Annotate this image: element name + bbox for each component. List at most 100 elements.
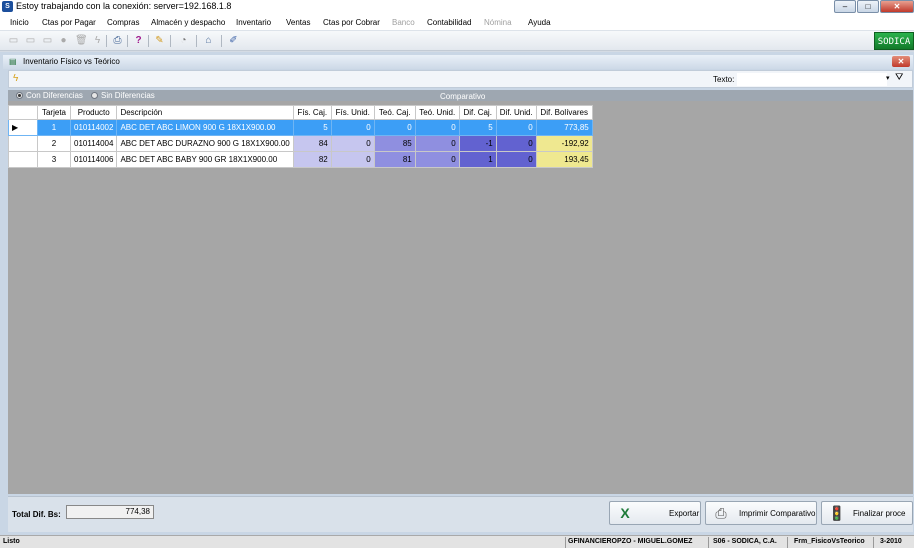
window-controls: – □ ✕ — [833, 0, 914, 14]
menu-inventario[interactable]: Inventario — [236, 18, 271, 27]
broom-icon[interactable]: ✎ — [154, 35, 165, 46]
cell-dif-caj[interactable]: -1 — [458, 135, 497, 152]
col-dif-bolivares[interactable]: Dif. Bolívares — [535, 105, 593, 120]
cell-teo-unid[interactable]: 0 — [414, 119, 460, 136]
status-company: S06 - SODICA, C.A. — [713, 538, 777, 545]
text-filter-label: Texto: — [713, 75, 735, 84]
lightning-icon[interactable]: ϟ — [13, 73, 18, 84]
menu-nomina: Nómina — [484, 18, 512, 27]
child-close-button[interactable]: ✕ — [892, 56, 910, 67]
cell-producto[interactable]: 010114002 — [69, 119, 118, 136]
cell-dif-bs[interactable]: 773,85 — [535, 119, 593, 136]
open-icon[interactable]: ▭ — [25, 35, 36, 46]
menu-ctas-por-pagar[interactable]: Ctas por Pagar — [42, 18, 96, 27]
row-selector-header — [8, 105, 38, 120]
cell-descripcion[interactable]: ABC DET ABC BABY 900 GR 18X1X900.00 — [116, 151, 294, 168]
col-dif-unid[interactable]: Dif. Unid. — [495, 105, 537, 120]
cell-fis-caj[interactable]: 84 — [292, 135, 332, 152]
cell-tarjeta[interactable]: 3 — [37, 151, 71, 168]
text-filter-input[interactable] — [737, 73, 887, 86]
cell-teo-unid[interactable]: 0 — [414, 135, 460, 152]
cell-dif-caj[interactable]: 5 — [458, 119, 497, 136]
menu-inicio[interactable]: Inicio — [10, 18, 29, 27]
cell-teo-caj[interactable]: 0 — [373, 119, 416, 136]
new-icon[interactable]: ▭ — [8, 35, 19, 46]
col-producto[interactable]: Producto — [69, 105, 118, 120]
total-value: 774,38 — [66, 505, 154, 519]
menu-contabilidad[interactable]: Contabilidad — [427, 18, 471, 27]
cell-dif-unid[interactable]: 0 — [495, 151, 537, 168]
cell-teo-caj[interactable]: 85 — [373, 135, 416, 152]
radio-unselected-icon — [91, 92, 98, 99]
menu-almacen[interactable]: Almacén y despacho — [151, 18, 225, 27]
col-dif-caj[interactable]: Dif. Caj. — [458, 105, 497, 120]
menu-bar: Inicio Ctas por Pagar Compras Almacén y … — [0, 14, 914, 31]
row-selector[interactable] — [8, 151, 38, 168]
radio-con-label: Con Diferencias — [26, 91, 83, 100]
cell-dif-caj[interactable]: 1 — [458, 151, 497, 168]
cell-dif-bs[interactable]: -192,92 — [535, 135, 593, 152]
disk-icon[interactable]: ◔ — [178, 35, 189, 46]
radio-sin-diferencias[interactable]: Sin Diferencias — [91, 91, 155, 100]
delete-icon[interactable]: 🗑 — [75, 35, 88, 46]
form-icon: ▤ — [9, 57, 17, 66]
help-icon[interactable]: ? — [133, 35, 144, 46]
cell-dif-unid[interactable]: 0 — [495, 119, 537, 136]
maximize-button[interactable]: □ — [857, 0, 879, 13]
flash-icon[interactable]: ϟ — [92, 35, 103, 46]
cell-tarjeta[interactable]: 2 — [37, 135, 71, 152]
row-pointer-icon[interactable]: ▶ — [8, 119, 38, 136]
menu-banco: Banco — [392, 18, 415, 27]
cell-fis-unid[interactable]: 0 — [330, 151, 375, 168]
radio-con-diferencias[interactable]: Con Diferencias — [16, 91, 83, 100]
cell-fis-caj[interactable]: 5 — [292, 119, 332, 136]
print-comparison-label: Imprimir Comparativo — [739, 508, 816, 518]
menu-ventas[interactable]: Ventas — [286, 18, 310, 27]
minimize-button[interactable]: – — [834, 0, 856, 13]
wrench-icon[interactable]: ✐ — [228, 35, 239, 46]
filter-icon[interactable]: ⛛ — [895, 72, 903, 83]
printer-icon: ⎙ — [715, 504, 727, 521]
status-bar: Listo GFINANCIEROPZO - MIGUEL.GOMEZ S06 … — [0, 535, 914, 548]
table-row[interactable]: 3 010114006 ABC DET ABC BABY 900 GR 18X1… — [8, 151, 593, 168]
print-icon[interactable]: ⎙ — [112, 35, 123, 46]
save-icon[interactable]: ▭ — [42, 35, 53, 46]
col-fis-caj[interactable]: Fís. Caj. — [292, 105, 332, 120]
cell-dif-unid[interactable]: 0 — [495, 135, 537, 152]
col-teo-unid[interactable]: Teó. Unid. — [414, 105, 460, 120]
cell-descripcion[interactable]: ABC DET ABC LIMON 900 G 18X1X900.00 — [116, 119, 294, 136]
menu-ayuda[interactable]: Ayuda — [528, 18, 551, 27]
table-row[interactable]: ▶ 1 010114002 ABC DET ABC LIMON 900 G 18… — [8, 119, 593, 136]
cell-producto[interactable]: 010114004 — [69, 135, 118, 152]
export-button[interactable]: X Exportar — [609, 501, 701, 525]
cell-fis-caj[interactable]: 82 — [292, 151, 332, 168]
row-selector[interactable] — [8, 135, 38, 152]
close-button[interactable]: ✕ — [880, 0, 914, 13]
col-descripcion[interactable]: Descripción — [116, 105, 294, 120]
record-icon[interactable]: ● — [58, 35, 69, 46]
col-fis-unid[interactable]: Fís. Unid. — [330, 105, 375, 120]
comparison-grid: Tarjeta Producto Descripción Fís. Caj. F… — [8, 105, 593, 168]
cell-producto[interactable]: 010114006 — [69, 151, 118, 168]
cell-descripcion[interactable]: ABC DET ABC DURAZNO 900 G 18X1X900.00 — [116, 135, 294, 152]
cell-fis-unid[interactable]: 0 — [330, 135, 375, 152]
cell-teo-caj[interactable]: 81 — [373, 151, 416, 168]
cell-tarjeta[interactable]: 1 — [37, 119, 71, 136]
table-row[interactable]: 2 010114004 ABC DET ABC DURAZNO 900 G 18… — [8, 135, 593, 152]
cell-fis-unid[interactable]: 0 — [330, 119, 375, 136]
toolbar: ▭ ▭ ▭ ● 🗑 ϟ ⎙ ? ✎ ◔ ⌂ ✐ — [0, 31, 914, 51]
chevron-down-icon[interactable]: ▾ — [886, 74, 890, 82]
col-teo-caj[interactable]: Teó. Caj. — [373, 105, 416, 120]
finalize-process-button[interactable]: 🚦 Finalizar proce — [821, 501, 913, 525]
window-title: Estoy trabajando con la conexión: server… — [16, 1, 232, 11]
bank-icon[interactable]: ⌂ — [203, 35, 214, 46]
col-tarjeta[interactable]: Tarjeta — [37, 105, 71, 120]
cell-teo-unid[interactable]: 0 — [414, 151, 460, 168]
print-comparison-button[interactable]: ⎙ Imprimir Comparativo — [705, 501, 817, 525]
child-window-title-bar: ▤ Inventario Físico vs Teórico ✕ — [3, 55, 913, 69]
cell-dif-bs[interactable]: 193,45 — [535, 151, 593, 168]
menu-ctas-por-cobrar[interactable]: Ctas por Cobrar — [323, 18, 380, 27]
menu-compras[interactable]: Compras — [107, 18, 139, 27]
radio-selected-icon — [16, 92, 23, 99]
finalize-label: Finalizar proce — [853, 508, 906, 518]
